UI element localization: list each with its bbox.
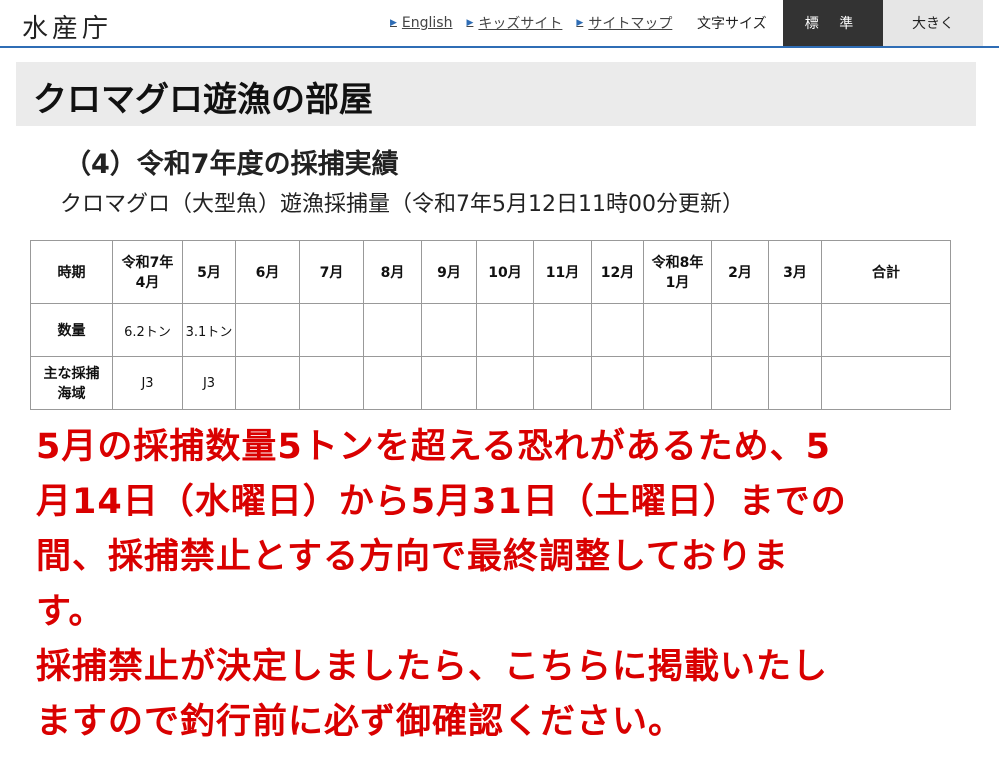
month-header: 7月 (299, 240, 364, 304)
notice-line: 月14日（水曜日）から5月31日（土曜日）までの (36, 482, 847, 522)
quantity-row: 数量 6.2トン 3.1トン (30, 303, 951, 357)
catch-results-table: 時期 令和7年 4月 5月 6月 7月 8月 9月 10月 11月 12月 令和8… (30, 240, 951, 410)
month-header: 5月 (182, 240, 236, 304)
nav-label: English (401, 15, 453, 31)
area-row: 主な採捕 海域 J3 J3 (30, 356, 951, 410)
font-size-large-button[interactable]: 大きく (883, 0, 983, 46)
area-cell (533, 356, 592, 410)
nav-link-sitemap[interactable]: ▶ サイトマップ (576, 13, 672, 33)
section-heading: （4）令和7年度の採捕実績 (64, 149, 399, 180)
quantity-cell (476, 303, 534, 357)
month-header: 12月 (591, 240, 644, 304)
total-header: 合計 (821, 240, 951, 304)
arrow-right-icon: ▶ (576, 18, 584, 28)
area-cell: J3 (182, 356, 236, 410)
area-cell: J3 (112, 356, 183, 410)
agency-logo[interactable]: 水産庁 (22, 8, 112, 45)
area-cell (363, 356, 422, 410)
nav-label: サイトマップ (588, 16, 673, 32)
nav-link-english[interactable]: ▶ English (390, 15, 452, 31)
area-cell (421, 356, 477, 410)
area-label: 主な採捕 海域 (30, 356, 113, 410)
quantity-cell (643, 303, 712, 357)
month-header: 8月 (363, 240, 422, 304)
notice-line: 5月の採捕数量5トンを超える恐れがあるため、5 (36, 427, 832, 467)
quantity-cell (768, 303, 822, 357)
arrow-right-icon: ▶ (390, 18, 397, 28)
month-header: 令和7年 4月 (112, 240, 183, 304)
month-header: 6月 (235, 240, 300, 304)
quantity-cell (591, 303, 644, 357)
area-cell (235, 356, 300, 410)
row-header-period: 時期 (30, 240, 113, 304)
area-cell (768, 356, 822, 410)
header-nav: ▶ English ▶ キッズサイト ▶ サイトマップ (390, 13, 686, 33)
quantity-cell (711, 303, 769, 357)
month-header: 3月 (768, 240, 822, 304)
month-header: 11月 (533, 240, 592, 304)
month-header: 9月 (421, 240, 477, 304)
quantity-cell (235, 303, 300, 357)
quantity-cell (363, 303, 422, 357)
page-title-bar: クロマグロ遊漁の部屋 (16, 62, 976, 126)
arrow-right-icon: ▶ (466, 18, 474, 28)
quantity-total-cell (821, 303, 951, 357)
area-cell (711, 356, 769, 410)
font-size-label: 文字サイズ (697, 16, 767, 32)
closure-notice: 5月の採捕数量5トンを超える恐れがあるため、5 月14日（水曜日）から5月31日… (36, 420, 936, 750)
nav-label: キッズサイト (478, 16, 563, 32)
quantity-cell (299, 303, 364, 357)
area-cell (299, 356, 364, 410)
notice-line: 間、採捕禁止とする方向で最終調整しておりま (36, 537, 789, 577)
area-total-cell (821, 356, 951, 410)
nav-link-kids[interactable]: ▶ キッズサイト (466, 13, 562, 33)
notice-line: 採捕禁止が決定しましたら、こちらに掲載いたし (36, 647, 829, 687)
notice-line: ますので釣行前に必ず御確認ください。 (36, 702, 685, 742)
site-header: 水産庁 ▶ English ▶ キッズサイト ▶ サイトマップ 文字サイズ 標 準 大… (0, 0, 999, 48)
table-header-row: 時期 令和7年 4月 5月 6月 7月 8月 9月 10月 11月 12月 令和8… (30, 240, 951, 304)
table-subtitle: クロマグロ（大型魚）遊漁採捕量（令和7年5月12日11時00分更新） (60, 192, 744, 217)
month-header: 10月 (476, 240, 534, 304)
quantity-cell: 6.2トン (112, 303, 183, 357)
quantity-cell: 3.1トン (182, 303, 236, 357)
quantity-cell (421, 303, 477, 357)
font-size-standard-button[interactable]: 標 準 (783, 0, 883, 46)
area-cell (591, 356, 644, 410)
area-cell (643, 356, 712, 410)
notice-line: す。 (36, 592, 105, 632)
quantity-cell (533, 303, 592, 357)
month-header: 令和8年 1月 (643, 240, 712, 304)
area-cell (476, 356, 534, 410)
quantity-label: 数量 (30, 303, 113, 357)
page-title: クロマグロ遊漁の部屋 (33, 80, 373, 120)
month-header: 2月 (711, 240, 769, 304)
